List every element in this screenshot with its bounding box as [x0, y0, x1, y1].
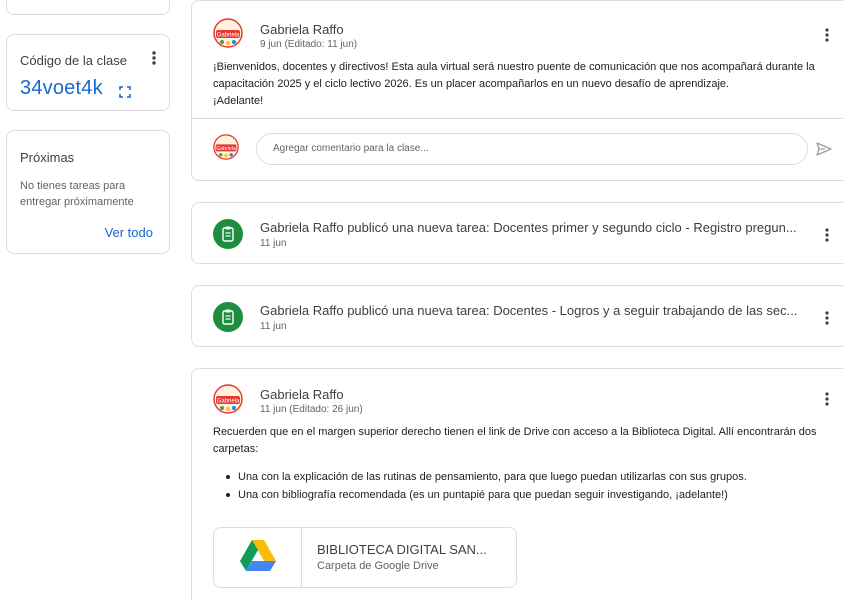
- post-body: Recuerden que en el margen superior dere…: [213, 424, 817, 458]
- post-date: 11 jun (Editado: 26 jun): [260, 404, 363, 415]
- task-date: 11 jun: [260, 238, 287, 249]
- task-title[interactable]: Gabriela Raffo publicó una nueva tarea: …: [260, 303, 800, 318]
- task-post[interactable]: Gabriela Raffo publicó una nueva tarea: …: [191, 202, 843, 264]
- upcoming-empty-text: No tienes tareas para entregar próximame…: [20, 180, 134, 208]
- attachment-title[interactable]: BIBLIOTECA DIGITAL SAN...: [317, 542, 487, 557]
- svg-text:Gabriela: Gabriela: [217, 399, 240, 405]
- task-post[interactable]: Gabriela Raffo publicó una nueva tarea: …: [191, 285, 843, 347]
- divider: [192, 118, 843, 119]
- comment-placeholder: Agregar comentario para la clase...: [273, 143, 429, 154]
- class-code-card: Código de la clase 34voet4k: [6, 34, 170, 111]
- class-code-value: 34voet4k: [20, 77, 103, 99]
- attachment-subtitle: Carpeta de Google Drive: [317, 560, 439, 572]
- send-icon[interactable]: [816, 142, 832, 156]
- view-all-link[interactable]: Ver todo: [105, 225, 153, 240]
- task-title[interactable]: Gabriela Raffo publicó una nueva tarea: …: [260, 220, 800, 235]
- assignment-icon: [213, 219, 243, 249]
- avatar: Gabriela: [213, 18, 243, 48]
- assignment-icon: [213, 302, 243, 332]
- fullscreen-icon[interactable]: [119, 86, 131, 98]
- more-options-icon[interactable]: [150, 50, 158, 66]
- drive-attachment[interactable]: BIBLIOTECA DIGITAL SAN... Carpeta de Goo…: [213, 527, 517, 588]
- post-body-line: ¡Adelante!: [213, 95, 264, 107]
- avatar: Gabriela: [213, 134, 239, 160]
- list-item: Una con bibliografía recomendada (es un …: [226, 486, 747, 504]
- announcement-post: Gabriela Gabriela Raffo 11 jun (Editado:…: [191, 368, 843, 600]
- avatar: Gabriela: [213, 384, 243, 414]
- more-options-icon[interactable]: [820, 311, 834, 325]
- upcoming-title: Próximas: [20, 150, 75, 165]
- more-options-icon[interactable]: [820, 392, 834, 406]
- post-body-line: Recuerden que en el margen superior dere…: [213, 426, 817, 438]
- post-body-line: ¡Bienvenidos, docentes y directivos! Est…: [213, 61, 815, 73]
- post-body-line: carpetas:: [213, 443, 259, 455]
- list-item: Una con la explicación de las rutinas de…: [226, 468, 747, 486]
- bullet-list: Una con la explicación de las rutinas de…: [226, 468, 747, 504]
- post-date: 9 jun (Editado: 11 jun): [260, 39, 358, 50]
- task-date: 11 jun: [260, 321, 287, 332]
- svg-text:Gabriela: Gabriela: [216, 146, 236, 152]
- more-options-icon[interactable]: [820, 28, 834, 42]
- post-body: ¡Bienvenidos, docentes y directivos! Est…: [213, 59, 815, 110]
- post-author: Gabriela Raffo: [260, 387, 344, 402]
- upcoming-card: Próximas No tienes tareas para entregar …: [6, 130, 170, 254]
- class-code-title: Código de la clase: [20, 53, 127, 68]
- svg-text:Gabriela: Gabriela: [217, 33, 240, 39]
- post-body-line: capacitación 2025 y el ciclo lectivo 202…: [213, 78, 730, 90]
- comment-input[interactable]: Agregar comentario para la clase...: [256, 133, 808, 165]
- announcement-post: Gabriela Gabriela Raffo 9 jun (Editado: …: [191, 0, 843, 181]
- stream-side-card: [6, 0, 170, 15]
- more-options-icon[interactable]: [820, 228, 834, 242]
- post-author: Gabriela Raffo: [260, 22, 344, 37]
- google-drive-icon: [214, 528, 302, 587]
